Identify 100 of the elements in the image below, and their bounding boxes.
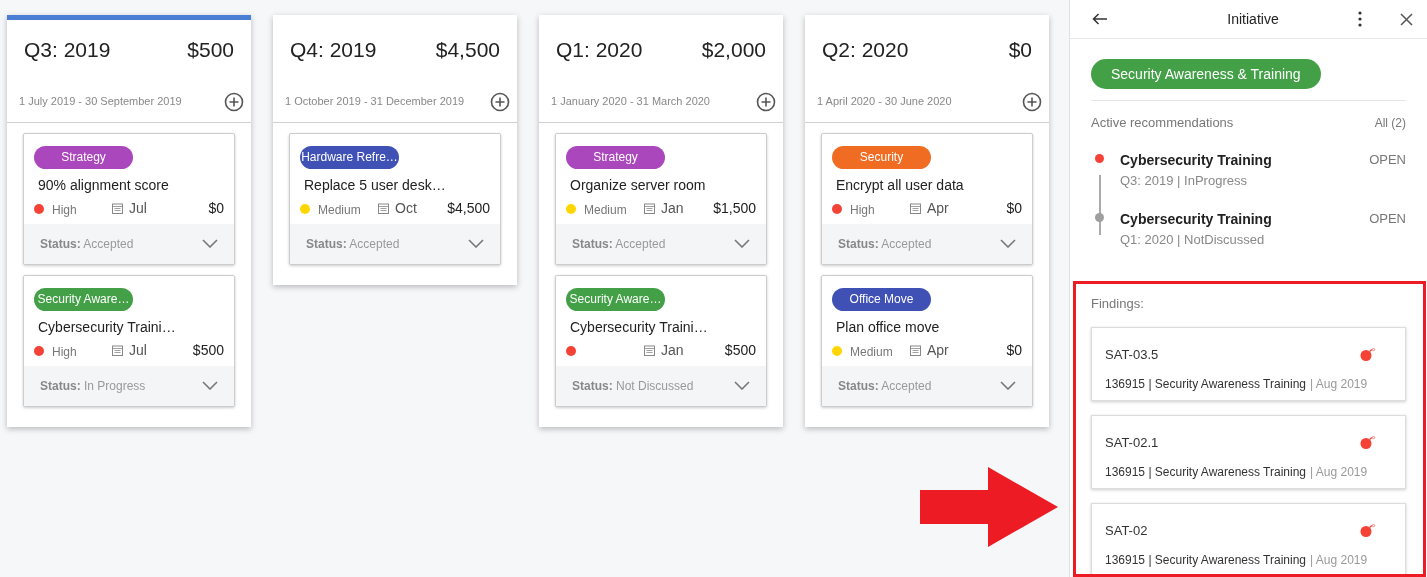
calendar-icon bbox=[910, 345, 921, 356]
finding-card[interactable]: SAT-02.1 136915 | Security Awareness Training | Aug 2019 bbox=[1091, 415, 1406, 489]
priority-label: Medium bbox=[318, 202, 361, 217]
month-label: Jul bbox=[128, 341, 147, 360]
category-tag: Security bbox=[832, 145, 931, 169]
quarter-column[interactable]: Q4: 2019 $4,500 1 October 2019 - 31 December 2019 Hardware Refre… Replace 5 user desk… Medium Oct $4,500 Status: Accepted bbox=[273, 15, 517, 285]
back-arrow-icon[interactable] bbox=[1092, 13, 1108, 25]
finding-card[interactable]: SAT-03.5 136915 | Security Awareness Training | Aug 2019 bbox=[1091, 327, 1406, 401]
finding-code: SAT-02.1 bbox=[1105, 434, 1159, 452]
recommendation-meta: Q1: 2020 | NotDiscussed bbox=[1120, 230, 1266, 249]
finding-code: SAT-02 bbox=[1105, 522, 1148, 540]
category-tag: Strategy bbox=[34, 145, 133, 169]
finding-details: 136915 | Security Awareness Training bbox=[1105, 375, 1307, 393]
initiative-chip: Security Awareness & Training bbox=[1091, 59, 1321, 89]
finding-code: SAT-03.5 bbox=[1105, 346, 1159, 364]
status-text: Status: Not Discussed bbox=[572, 377, 694, 395]
quarter-title: Q4: 2019 bbox=[290, 37, 377, 63]
recommendation-meta: Q3: 2019 | InProgress bbox=[1120, 171, 1248, 190]
card-title: Encrypt all user data bbox=[835, 175, 965, 195]
recommendation-card[interactable]: Strategy 90% alignment score High Jul $0 Status: Accepted bbox=[23, 132, 235, 265]
date-range: 1 October 2019 - 31 December 2019 bbox=[285, 94, 465, 110]
chevron-down-icon[interactable] bbox=[1000, 239, 1016, 248]
quarter-title: Q3: 2019 bbox=[24, 37, 111, 63]
recommendation-card[interactable]: Security Aware… Cybersecurity Traini… Jan $500 Status: Not Discussed bbox=[555, 274, 767, 407]
recommendation-card[interactable]: Office Move Plan office move Medium Apr $0 Status: Accepted bbox=[821, 274, 1033, 407]
card-title: Organize server room bbox=[569, 175, 707, 195]
status-text: Status: Accepted bbox=[306, 235, 400, 253]
status-text: Status: Accepted bbox=[40, 235, 134, 253]
priority-label: High bbox=[52, 202, 77, 217]
status-text: Status: In Progress bbox=[40, 377, 146, 395]
recommendation-title: Cybersecurity Training bbox=[1120, 150, 1273, 170]
chevron-down-icon[interactable] bbox=[202, 239, 218, 248]
bomb-icon bbox=[1360, 524, 1376, 538]
chevron-down-icon[interactable] bbox=[734, 381, 750, 390]
date-range: 1 July 2019 - 30 September 2019 bbox=[19, 94, 182, 110]
bomb-icon bbox=[1360, 348, 1376, 362]
date-range: 1 January 2020 - 31 March 2020 bbox=[551, 94, 710, 110]
recommendation-item[interactable]: Cybersecurity Training Q1: 2020 | NotDiscussed OPEN bbox=[1091, 208, 1406, 268]
add-icon[interactable] bbox=[490, 91, 510, 112]
priority-label: High bbox=[850, 202, 875, 217]
priority-label: Medium bbox=[584, 202, 627, 217]
add-icon[interactable] bbox=[1022, 91, 1042, 112]
priority-label: Medium bbox=[850, 344, 893, 359]
quarter-column[interactable]: Q2: 2020 $0 1 April 2020 - 30 June 2020 Security Encrypt all user data High Apr $0 Status: Accepted Office Move Plan office move Medium Apr $0 Status: Accepted bbox=[805, 15, 1049, 427]
recommendation-card[interactable]: Security Aware… Cybersecurity Traini… High Jul $500 Status: In Progress bbox=[23, 274, 235, 407]
finding-details: 136915 | Security Awareness Training bbox=[1105, 551, 1307, 569]
quarter-total: $4,500 bbox=[435, 37, 500, 63]
quarter-title: Q2: 2020 bbox=[822, 37, 909, 63]
quarter-column[interactable]: Q3: 2019 $500 1 July 2019 - 30 September 2019 Strategy 90% alignment score High Jul $0 Status: Accepted Security Aware… Cybersecurity Traini… High Jul $500 Status: In Progress bbox=[7, 15, 251, 427]
finding-date: | Aug 2019 bbox=[1310, 375, 1368, 393]
chevron-down-icon[interactable] bbox=[734, 239, 750, 248]
status-label: OPEN bbox=[1369, 209, 1406, 228]
calendar-icon bbox=[644, 345, 655, 356]
finding-date: | Aug 2019 bbox=[1310, 551, 1368, 569]
card-title: Cybersecurity Traini… bbox=[569, 317, 709, 337]
status-text: Status: Accepted bbox=[838, 377, 932, 395]
amount: $500 bbox=[724, 341, 756, 360]
section-label: Findings: bbox=[1091, 294, 1145, 313]
recommendation-card[interactable]: Security Encrypt all user data High Apr $0 Status: Accepted bbox=[821, 132, 1033, 265]
recommendation-card[interactable]: Strategy Organize server room Medium Jan $1,500 Status: Accepted bbox=[555, 132, 767, 265]
calendar-icon bbox=[644, 203, 655, 214]
quarter-column[interactable]: Q1: 2020 $2,000 1 January 2020 - 31 March 2020 Strategy Organize server room Medium Jan $1,500 Status: Accepted Security Aware… Cybersecurity Traini… Jan $500 Status: Not Discussed bbox=[539, 15, 783, 427]
quarter-total: $500 bbox=[187, 37, 234, 63]
chevron-down-icon[interactable] bbox=[1000, 381, 1016, 390]
status-text: Status: Accepted bbox=[572, 235, 666, 253]
card-title: Plan office move bbox=[835, 317, 941, 337]
finding-date: | Aug 2019 bbox=[1310, 463, 1368, 481]
finding-details: 136915 | Security Awareness Training bbox=[1105, 463, 1307, 481]
amount: $0 bbox=[1006, 341, 1022, 360]
close-icon[interactable] bbox=[1400, 12, 1413, 26]
quarter-total: $2,000 bbox=[701, 37, 766, 63]
amount: $0 bbox=[208, 199, 224, 218]
month-label: Apr bbox=[926, 199, 949, 218]
month-label: Jul bbox=[128, 199, 147, 218]
priority-label: High bbox=[52, 344, 77, 359]
card-title: 90% alignment score bbox=[37, 175, 170, 195]
chevron-down-icon[interactable] bbox=[202, 381, 218, 390]
category-tag: Security Aware… bbox=[34, 287, 133, 311]
month-label: Jan bbox=[660, 199, 684, 218]
month-label: Jan bbox=[660, 341, 684, 360]
amount: $0 bbox=[1006, 199, 1022, 218]
month-label: Apr bbox=[926, 341, 949, 360]
category-tag: Office Move bbox=[832, 287, 931, 311]
more-options-icon[interactable] bbox=[1358, 11, 1362, 27]
card-title: Cybersecurity Traini… bbox=[37, 317, 177, 337]
month-label: Oct bbox=[394, 199, 417, 218]
calendar-icon bbox=[112, 203, 123, 214]
add-icon[interactable] bbox=[224, 91, 244, 112]
amount: $4,500 bbox=[447, 199, 490, 218]
chevron-down-icon[interactable] bbox=[468, 239, 484, 248]
panel-title: Initiative bbox=[1226, 9, 1280, 29]
all-link[interactable]: All (2) bbox=[1374, 113, 1406, 132]
finding-card[interactable]: SAT-02 136915 | Security Awareness Training | Aug 2019 bbox=[1091, 503, 1406, 577]
category-tag: Security Aware… bbox=[566, 287, 665, 311]
quarter-title: Q1: 2020 bbox=[556, 37, 643, 63]
recommendation-item[interactable]: Cybersecurity Training Q3: 2019 | InProgress OPEN bbox=[1091, 149, 1406, 209]
recommendation-card[interactable]: Hardware Refre… Replace 5 user desk… Medium Oct $4,500 Status: Accepted bbox=[289, 132, 501, 265]
amount: $1,500 bbox=[713, 199, 756, 218]
section-label: Active recommendations bbox=[1091, 114, 1234, 132]
add-icon[interactable] bbox=[756, 91, 776, 112]
